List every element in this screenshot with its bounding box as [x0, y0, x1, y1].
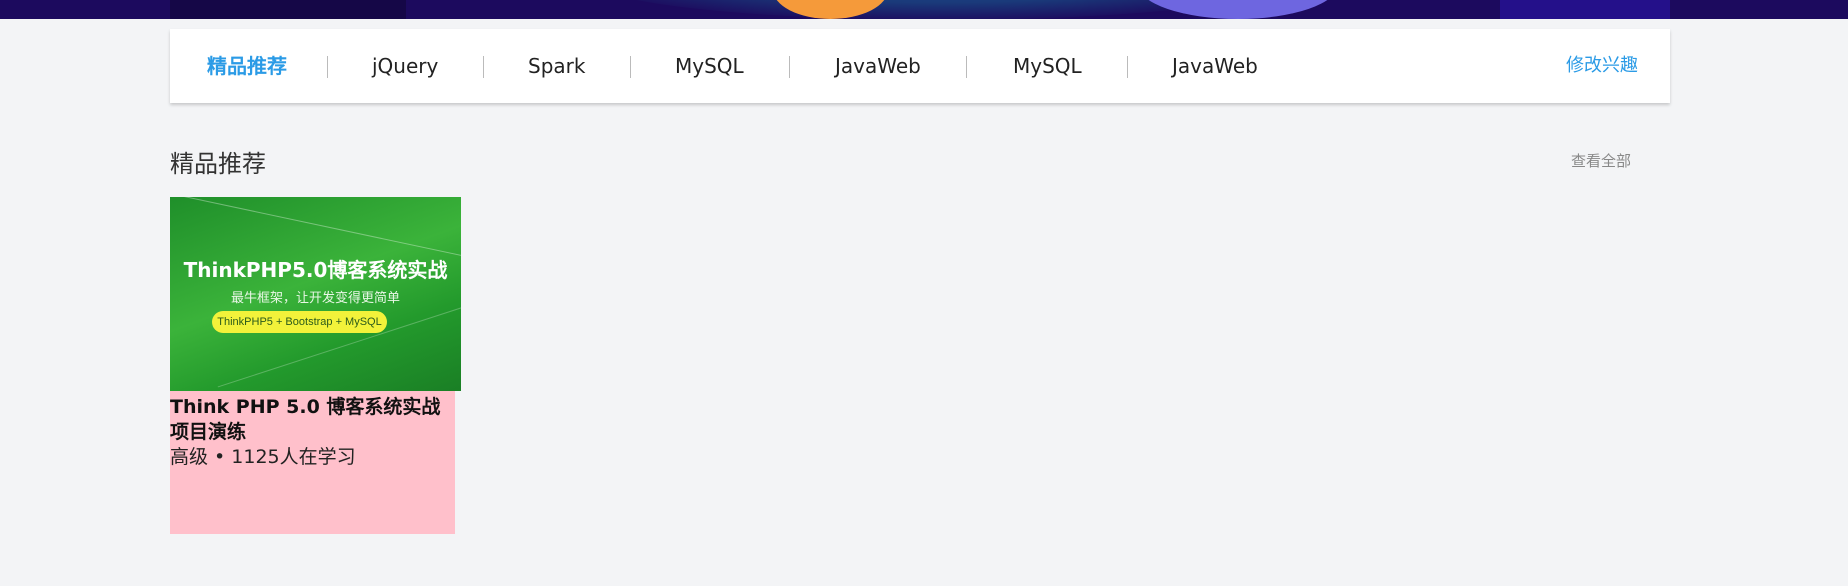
section-title: 精品推荐: [170, 150, 266, 178]
nav-separator: [327, 56, 328, 78]
banner-right-panel: [1500, 0, 1670, 19]
nav-separator: [630, 56, 631, 78]
course-card-body: Think PHP 5.0 博客系统实战项目演练 高级 • 1125人在学习: [170, 391, 455, 534]
view-all-link[interactable]: 查看全部: [1571, 150, 1631, 171]
nav-item-javaweb[interactable]: JavaWeb: [835, 29, 921, 103]
thumbnail-tech-tag: ThinkPHP5 + Bootstrap + MySQL: [212, 311, 387, 333]
course-thumbnail[interactable]: ThinkPHP5.0博客系统实战 最牛框架，让开发变得更简单 ThinkPHP…: [170, 197, 461, 391]
thumbnail-subtitle: 最牛框架，让开发变得更简单: [230, 291, 400, 306]
banner-edge-left: [0, 0, 170, 19]
course-card[interactable]: ThinkPHP5.0博客系统实战 最牛框架，让开发变得更简单 ThinkPHP…: [170, 197, 461, 534]
nav-item-javaweb-2[interactable]: JavaWeb: [1172, 29, 1258, 103]
course-meta: 高级 • 1125人在学习: [170, 446, 356, 468]
thumbnail-title: ThinkPHP5.0博客系统实战: [183, 258, 448, 282]
nav-separator: [483, 56, 484, 78]
banner-left-panel: [170, 0, 406, 19]
nav-item-featured[interactable]: 精品推荐: [207, 29, 287, 103]
banner-edge-right: [1670, 0, 1848, 19]
nav-separator: [966, 56, 967, 78]
nav-item-spark[interactable]: Spark: [528, 29, 585, 103]
top-banner[interactable]: [170, 0, 1670, 19]
course-title[interactable]: Think PHP 5.0 博客系统实战项目演练: [170, 395, 455, 445]
edit-interests-link[interactable]: 修改兴趣: [1566, 29, 1638, 103]
nav-item-mysql-2[interactable]: MySQL: [1013, 29, 1082, 103]
nav-separator: [1127, 56, 1128, 78]
nav-item-mysql[interactable]: MySQL: [675, 29, 744, 103]
nav-item-jquery[interactable]: jQuery: [372, 29, 438, 103]
nav-separator: [789, 56, 790, 78]
category-nav: 精品推荐 jQuery Spark MySQL JavaWeb MySQL Ja…: [170, 29, 1670, 103]
